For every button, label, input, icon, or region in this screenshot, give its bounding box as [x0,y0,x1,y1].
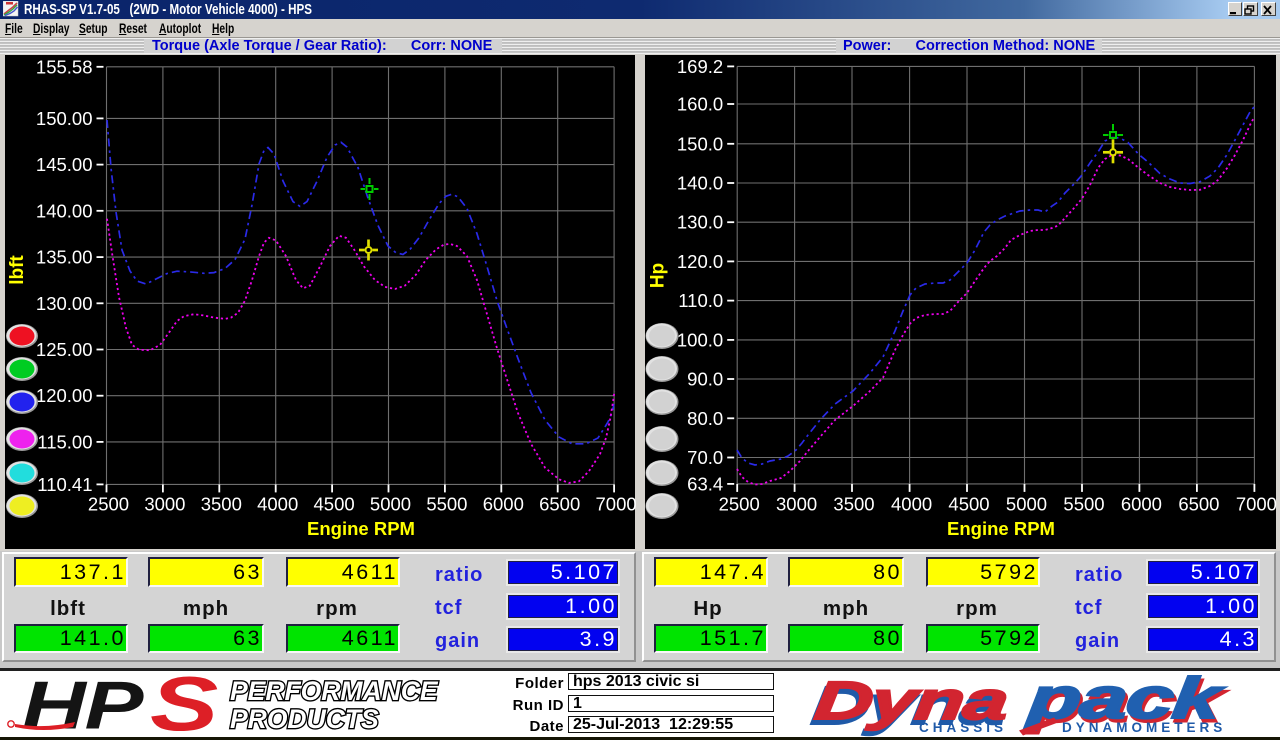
svg-text:5500: 5500 [426,494,467,515]
svg-text:130.00: 130.00 [36,293,93,314]
svg-text:2500: 2500 [719,494,760,515]
svg-text:CHASSIS: CHASSIS [919,720,1007,735]
svg-text:130.0: 130.0 [677,212,723,233]
svg-text:110.0: 110.0 [678,290,723,311]
svg-text:3500: 3500 [201,494,242,515]
svg-text:6500: 6500 [1178,494,1219,515]
svg-text:150.0: 150.0 [677,133,723,154]
svg-text:Engine RPM: Engine RPM [307,518,415,539]
svg-text:4000: 4000 [891,494,932,515]
svg-text:115.00: 115.00 [37,431,92,452]
svg-text:140.00: 140.00 [36,200,93,221]
svg-text:3000: 3000 [776,494,817,515]
svg-text:3500: 3500 [833,494,874,515]
svg-text:63.4: 63.4 [687,473,723,494]
svg-text:5500: 5500 [1063,494,1104,515]
svg-text:110.41: 110.41 [37,474,92,495]
svg-text:3000: 3000 [144,494,185,515]
svg-text:4000: 4000 [257,494,298,515]
svg-text:lbft: lbft [7,255,28,285]
svg-text:6000: 6000 [1121,494,1162,515]
svg-text:5000: 5000 [370,494,411,515]
svg-text:160.0: 160.0 [677,94,723,115]
svg-text:DYNAMOMETERS: DYNAMOMETERS [1062,720,1226,735]
svg-text:145.00: 145.00 [36,154,93,175]
svg-text:80.0: 80.0 [687,408,723,429]
svg-text:4500: 4500 [314,494,355,515]
svg-text:4500: 4500 [948,494,989,515]
svg-text:70.0: 70.0 [687,447,723,468]
svg-text:135.00: 135.00 [36,247,93,268]
svg-text:169.2: 169.2 [677,56,723,77]
svg-text:120.0: 120.0 [677,251,723,272]
svg-text:7000: 7000 [1236,494,1277,515]
svg-text:6000: 6000 [483,494,524,515]
svg-text:155.58: 155.58 [36,56,93,77]
svg-text:150.00: 150.00 [36,108,93,129]
svg-text:125.00: 125.00 [36,339,93,360]
svg-text:PRODUCTS: PRODUCTS [230,704,379,734]
svg-text:PERFORMANCE: PERFORMANCE [230,676,439,706]
svg-text:S: S [150,673,218,740]
svg-text:5000: 5000 [1006,494,1047,515]
svg-text:Hp: Hp [648,263,669,288]
svg-text:100.0: 100.0 [677,329,723,350]
svg-text:2500: 2500 [88,494,129,515]
svg-text:7000: 7000 [596,494,637,515]
svg-text:90.0: 90.0 [687,369,723,390]
svg-text:140.0: 140.0 [677,173,723,194]
svg-text:Engine RPM: Engine RPM [947,518,1055,539]
svg-text:120.00: 120.00 [36,385,93,406]
svg-text:6500: 6500 [539,494,580,515]
